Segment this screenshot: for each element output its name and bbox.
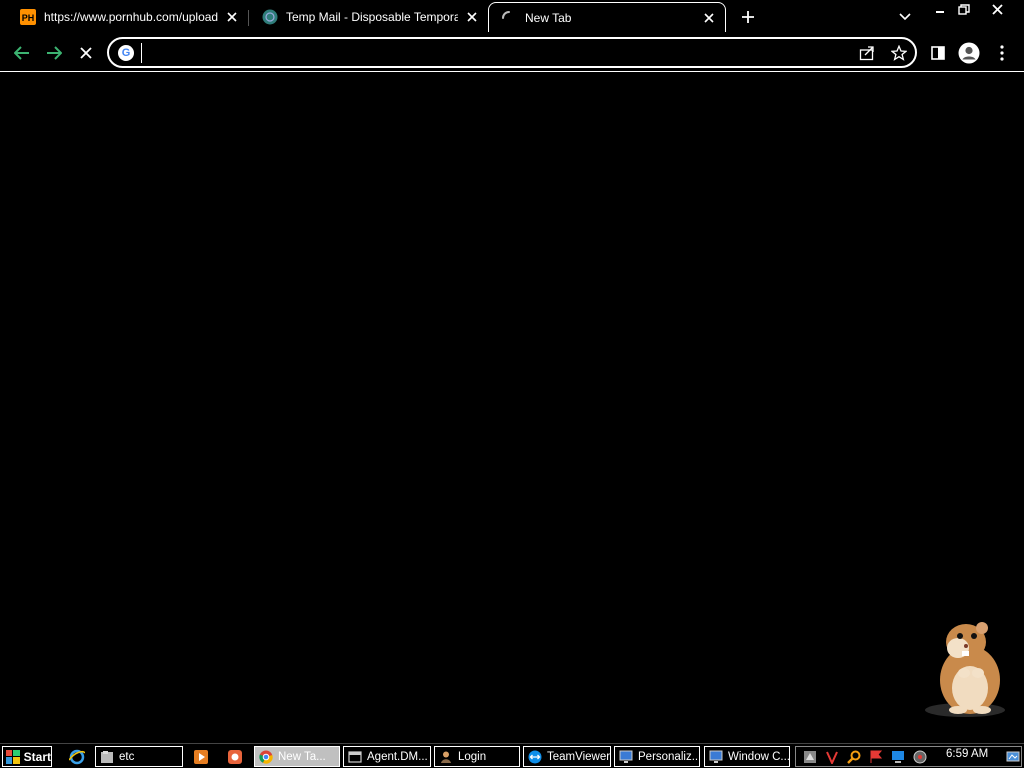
arrow-right-icon (47, 46, 62, 60)
tray-audio-icon[interactable] (912, 749, 928, 765)
tab-pornhub-upload[interactable]: PH https://www.pornhub.com/upload/vi (8, 2, 248, 32)
taskbar-item-etc[interactable]: etc (95, 746, 183, 767)
arrow-left-icon (14, 46, 29, 60)
tray-v-icon[interactable] (824, 749, 840, 765)
svg-text:PH: PH (22, 13, 35, 23)
windows-logo-icon (6, 749, 20, 764)
address-input[interactable] (141, 43, 841, 63)
restore-icon (958, 3, 970, 15)
tab-close-icon[interactable] (224, 9, 240, 25)
side-panel-button[interactable] (926, 41, 950, 65)
tab-close-icon[interactable] (701, 10, 717, 26)
tab-new-tab[interactable]: New Tab (488, 2, 726, 32)
app-launcher-icon[interactable] (226, 748, 244, 766)
close-icon (991, 3, 1003, 15)
avatar-icon (958, 42, 980, 64)
tempmail-favicon (262, 9, 278, 25)
taskbar-item-teamviewer[interactable]: TeamViewer (523, 746, 611, 767)
tray-app-icon[interactable] (802, 749, 818, 765)
taskbar-item-login[interactable]: Login (434, 746, 520, 767)
restore-button[interactable] (953, 1, 975, 17)
internet-explorer-icon[interactable] (68, 748, 86, 766)
folder-icon (99, 749, 115, 765)
stop-icon (80, 47, 92, 59)
teamviewer-icon (527, 749, 543, 765)
show-desktop-icon[interactable] (1004, 748, 1022, 766)
taskbar-item-window-color[interactable]: Window C... (704, 746, 790, 767)
profile-button[interactable] (957, 41, 981, 65)
tab-temp-mail[interactable]: Temp Mail - Disposable Temporary (250, 2, 488, 32)
taskbar-item-chrome[interactable]: New Ta... (254, 746, 340, 767)
tab-separator (248, 10, 249, 26)
taskbar-item-agent[interactable]: Agent.DM... (343, 746, 431, 767)
menu-button[interactable] (990, 41, 1014, 65)
start-label: Start (23, 749, 51, 764)
display-icon (708, 749, 724, 765)
tab-close-icon[interactable] (464, 9, 480, 25)
window-icon (347, 749, 363, 765)
new-tab-button[interactable] (736, 6, 760, 28)
bookmark-star-icon[interactable] (890, 44, 908, 62)
forward-button[interactable] (42, 41, 66, 65)
tab-title: https://www.pornhub.com/upload/vi (44, 10, 218, 24)
tab-search-button[interactable] (894, 7, 916, 27)
kebab-menu-icon (1000, 45, 1004, 61)
address-bar[interactable]: G (107, 37, 917, 68)
taskbar-clock[interactable]: 6:59 AM (946, 748, 988, 760)
tab-title: Temp Mail - Disposable Temporary (286, 10, 458, 24)
back-button[interactable] (10, 41, 34, 65)
tray-flag-icon[interactable] (868, 749, 884, 765)
tab-title: New Tab (525, 10, 572, 25)
browser-toolbar: G (0, 34, 1024, 72)
display-icon (618, 749, 634, 765)
taskbar-item-personalize[interactable]: Personaliz... (614, 746, 700, 767)
minimize-icon (936, 11, 944, 13)
chrome-icon (258, 749, 274, 765)
tray-search-icon[interactable] (846, 749, 862, 765)
page-content (0, 73, 1024, 743)
media-player-icon[interactable] (192, 748, 210, 766)
chevron-down-icon (899, 13, 911, 21)
loading-spinner-icon (501, 10, 517, 26)
google-icon: G (118, 45, 134, 61)
start-button[interactable]: Start (2, 746, 52, 767)
tray-network-icon[interactable] (890, 749, 906, 765)
hamster-desktop-pet[interactable] (920, 618, 1010, 718)
stop-loading-button[interactable] (74, 41, 98, 65)
close-window-button[interactable] (986, 1, 1008, 17)
minimize-button[interactable] (929, 1, 951, 17)
plus-icon (742, 11, 754, 23)
side-panel-icon (931, 46, 945, 60)
taskbar: Start etc New Ta... Agent.DM... Login Te… (0, 743, 1024, 768)
tab-strip: PH https://www.pornhub.com/upload/vi Tem… (0, 0, 1024, 34)
share-icon[interactable] (858, 44, 876, 62)
ph-favicon: PH (20, 9, 36, 25)
user-icon (438, 749, 454, 765)
